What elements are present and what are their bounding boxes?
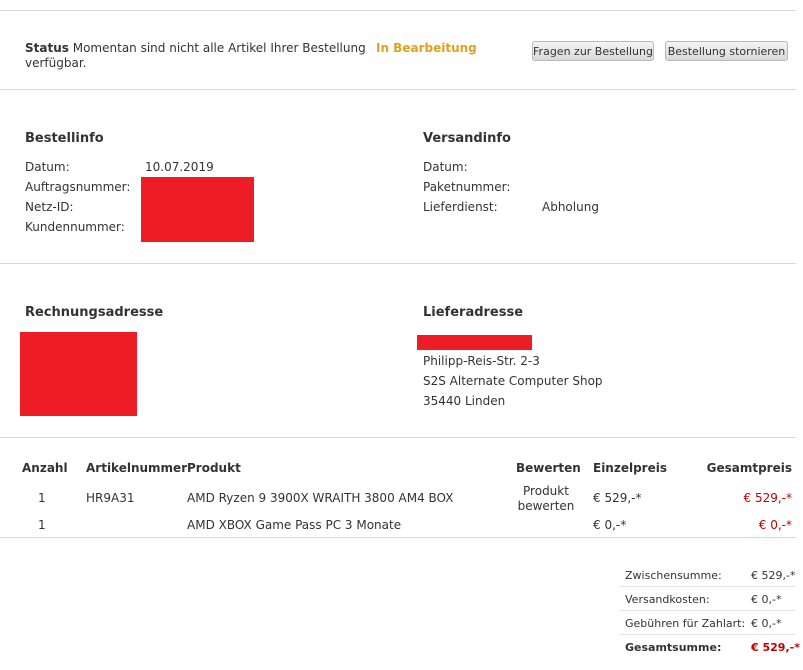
payment-fees-label: Gebühren für Zahlart: bbox=[625, 617, 746, 630]
row1-qty: 1 bbox=[38, 491, 46, 505]
carrier-value: Abholung bbox=[542, 200, 599, 214]
divider bbox=[0, 89, 796, 90]
shipping-cost-label: Versandkosten: bbox=[625, 593, 710, 606]
grand-total-value: € 529,-* bbox=[751, 641, 800, 654]
col-header-unit-price: Einzelpreis bbox=[593, 461, 667, 475]
order-questions-button[interactable]: Fragen zur Bestellung bbox=[532, 41, 654, 61]
package-number-label: Paketnummer: bbox=[423, 180, 511, 194]
redacted-billing-address bbox=[20, 332, 137, 416]
col-header-product: Produkt bbox=[187, 461, 241, 475]
row2-qty: 1 bbox=[38, 518, 46, 532]
rate-product-line1: Produkt bbox=[523, 484, 569, 498]
delivery-company: S2S Alternate Computer Shop bbox=[423, 374, 603, 388]
redacted-recipient-name bbox=[417, 335, 532, 350]
divider bbox=[0, 263, 796, 264]
row2-total-price: € 0,-* bbox=[758, 518, 792, 532]
summary-divider bbox=[620, 610, 795, 611]
col-header-article-number: Artikelnummer bbox=[86, 461, 188, 475]
net-id-label: Netz-ID: bbox=[25, 200, 74, 214]
divider bbox=[0, 10, 796, 11]
col-header-qty: Anzahl bbox=[22, 461, 68, 475]
divider bbox=[0, 537, 796, 538]
rate-product-link[interactable]: Produkt bewerten bbox=[512, 484, 580, 514]
subtotal-value: € 529,-* bbox=[751, 569, 796, 582]
carrier-label: Lieferdienst: bbox=[423, 200, 498, 214]
delivery-city: 35440 Linden bbox=[423, 394, 506, 408]
summary-divider bbox=[620, 586, 795, 587]
order-date-value: 10.07.2019 bbox=[145, 160, 214, 174]
row1-product[interactable]: AMD Ryzen 9 3900X WRAITH 3800 AM4 BOX bbox=[187, 491, 453, 505]
payment-fees-value: € 0,-* bbox=[751, 617, 782, 630]
divider bbox=[0, 437, 796, 438]
status-text: Status Momentan sind nicht alle Artikel … bbox=[25, 41, 366, 71]
shipping-info-heading: Versandinfo bbox=[423, 131, 511, 146]
subtotal-label: Zwischensumme: bbox=[625, 569, 722, 582]
row2-unit-price: € 0,-* bbox=[593, 518, 627, 532]
row1-total-price: € 529,-* bbox=[743, 491, 793, 505]
customer-number-label: Kundennummer: bbox=[25, 220, 125, 234]
status-value: In Bearbeitung bbox=[376, 41, 477, 55]
shipping-date-label: Datum: bbox=[423, 160, 468, 174]
rate-product-line2: bewerten bbox=[517, 499, 575, 513]
cancel-order-button[interactable]: Bestellung stornieren bbox=[665, 41, 788, 61]
summary-divider bbox=[620, 634, 795, 635]
order-number-label: Auftragsnummer: bbox=[25, 180, 131, 194]
status-message-cont: verfügbar. bbox=[25, 56, 87, 70]
delivery-address-heading: Lieferadresse bbox=[423, 305, 524, 320]
order-date-label: Datum: bbox=[25, 160, 70, 174]
status-label: Status bbox=[25, 41, 69, 55]
grand-total-label: Gesamtsumme: bbox=[625, 641, 722, 654]
col-header-total-price: Gesamtpreis bbox=[706, 461, 792, 475]
shipping-cost-value: € 0,-* bbox=[751, 593, 782, 606]
delivery-street: Philipp-Reis-Str. 2-3 bbox=[423, 354, 540, 368]
order-info-heading: Bestellinfo bbox=[25, 131, 104, 146]
col-header-rate: Bewerten bbox=[516, 461, 581, 475]
row2-product[interactable]: AMD XBOX Game Pass PC 3 Monate bbox=[187, 518, 401, 532]
billing-address-heading: Rechnungsadresse bbox=[25, 305, 164, 320]
row1-article-number: HR9A31 bbox=[86, 491, 135, 505]
redacted-order-ids bbox=[141, 177, 254, 242]
status-message: Momentan sind nicht alle Artikel Ihrer B… bbox=[72, 41, 366, 55]
row1-unit-price: € 529,-* bbox=[593, 491, 642, 505]
